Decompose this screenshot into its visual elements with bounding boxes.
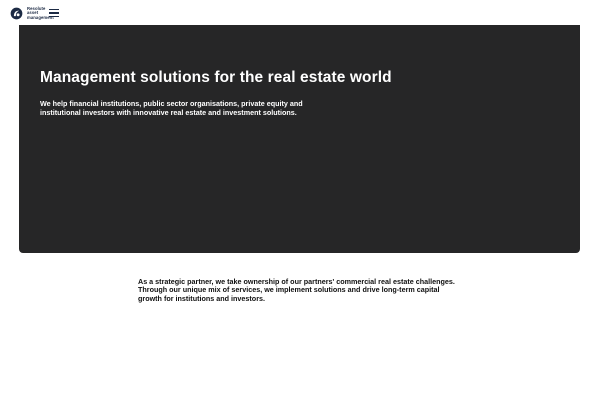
hero-banner: Management solutions for the real estate… — [19, 25, 580, 253]
menu-bar-top — [49, 9, 59, 11]
site-header: Resolute asset management — [0, 0, 600, 26]
hamburger-menu-icon[interactable] — [49, 9, 59, 17]
menu-bar-middle — [49, 12, 59, 14]
logo-mark-icon — [10, 7, 23, 20]
menu-bar-bottom — [49, 15, 59, 17]
intro-paragraph: As a strategic partner, we take ownershi… — [138, 277, 455, 303]
hero-subtitle: We help financial institutions, public s… — [40, 99, 303, 117]
brand-logo-link[interactable]: Resolute asset management — [10, 6, 54, 20]
hero-title: Management solutions for the real estate… — [40, 69, 392, 86]
